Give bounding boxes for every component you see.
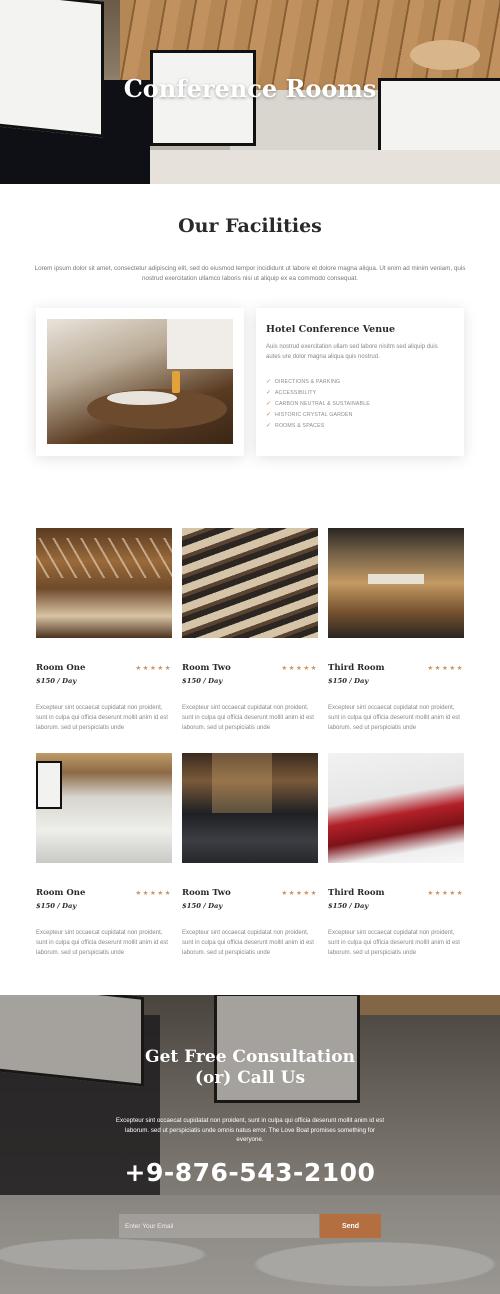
venue-feature-label: ROOMS & SPACES bbox=[275, 422, 325, 429]
rating-stars-icon: ★★★★★ bbox=[281, 890, 318, 897]
rating-stars-icon: ★★★★★ bbox=[135, 890, 172, 897]
facilities-intro: Lorem ipsum dolor sit amet, consectetur … bbox=[34, 265, 466, 282]
facilities-title: Our Facilities bbox=[178, 215, 322, 237]
conference-room-photo[interactable] bbox=[36, 753, 172, 863]
hero-banner: Conference Rooms bbox=[0, 0, 500, 184]
hero-screen-left bbox=[0, 0, 104, 138]
check-icon: ✓ bbox=[266, 390, 272, 396]
page-title: Conference Rooms bbox=[123, 74, 377, 103]
venue-feature-label: ACCESSIBILITY bbox=[275, 389, 317, 396]
venue-photo-glass bbox=[172, 371, 180, 393]
rating-stars-icon: ★★★★★ bbox=[281, 665, 318, 672]
room-card[interactable]: Room One ★★★★★ $150 / Day Excepteur sint … bbox=[36, 528, 172, 733]
venue-feature-label: CARBON NEUTRAL & SUSTAINABLE bbox=[275, 400, 370, 407]
venue-feature-list: ✓ DIRECTIONS & PARKING ✓ ACCESSIBILITY ✓ CA… bbox=[266, 376, 454, 431]
room-name[interactable]: Room Two bbox=[182, 888, 231, 898]
venue-feature-label: DIRECTIONS & PARKING bbox=[275, 378, 341, 385]
check-icon: ✓ bbox=[266, 379, 272, 385]
room-price: $150 / Day bbox=[36, 677, 77, 685]
venue-title: Hotel Conference Venue bbox=[266, 324, 396, 335]
venue-feature-item[interactable]: ✓ HISTORIC CRYSTAL GARDEN bbox=[266, 409, 454, 420]
room-description: Excepteur sint occaecat cupidatat non pr… bbox=[36, 705, 168, 731]
venue-description: Auis nostrud exercitation ullam sed labo… bbox=[266, 344, 438, 360]
email-input[interactable] bbox=[119, 1214, 319, 1238]
room-card[interactable]: Room Two ★★★★★ $150 / Day Excepteur sint … bbox=[182, 753, 318, 958]
room-name[interactable]: Third Room bbox=[328, 888, 385, 898]
cta-title: Get Free Consultation (or) Call Us bbox=[0, 1047, 500, 1089]
room-price: $150 / Day bbox=[182, 902, 223, 910]
check-icon: ✓ bbox=[266, 401, 272, 407]
venue-feature-label: HISTORIC CRYSTAL GARDEN bbox=[275, 411, 353, 418]
venue-feature-item[interactable]: ✓ ROOMS & SPACES bbox=[266, 420, 454, 431]
meeting-table-photo[interactable] bbox=[328, 753, 464, 863]
hero-floor bbox=[150, 150, 500, 184]
cta-title-line2: (or) Call Us bbox=[194, 1068, 306, 1088]
cta-title-line1: Get Free Consultation bbox=[145, 1047, 355, 1067]
room-description: Excepteur sint occaecat cupidatat non pr… bbox=[328, 930, 460, 956]
venue-photo-window bbox=[167, 319, 233, 369]
concert-hall-photo[interactable] bbox=[328, 528, 464, 638]
venue-feature-item[interactable]: ✓ CARBON NEUTRAL & SUSTAINABLE bbox=[266, 398, 454, 409]
room-description: Excepteur sint occaecat cupidatat non pr… bbox=[328, 705, 460, 731]
restaurant-room-photo[interactable] bbox=[182, 753, 318, 863]
room-name[interactable]: Room One bbox=[36, 663, 85, 673]
room-description: Excepteur sint occaecat cupidatat non pr… bbox=[182, 705, 314, 731]
venue-photo-card bbox=[36, 308, 244, 456]
room-name[interactable]: Room One bbox=[36, 888, 85, 898]
phone-number[interactable]: +9-876-543-2100 bbox=[0, 1158, 500, 1187]
room-description: Excepteur sint occaecat cupidatat non pr… bbox=[36, 930, 168, 956]
room-price: $150 / Day bbox=[328, 677, 369, 685]
curved-seating-photo[interactable] bbox=[182, 528, 318, 638]
room-card[interactable]: Third Room ★★★★★ $150 / Day Excepteur sin… bbox=[328, 753, 464, 958]
cta-text: Excepteur sint occaecat cupidatat non pr… bbox=[115, 1117, 385, 1144]
room-name[interactable]: Third Room bbox=[328, 663, 385, 673]
room-price: $150 / Day bbox=[328, 902, 369, 910]
send-button[interactable]: Send bbox=[320, 1214, 381, 1238]
rating-stars-icon: ★★★★★ bbox=[427, 665, 464, 672]
room-price: $150 / Day bbox=[36, 902, 77, 910]
room-price: $150 / Day bbox=[182, 677, 223, 685]
consultation-section: Get Free Consultation (or) Call Us Excep… bbox=[0, 995, 500, 1294]
rating-stars-icon: ★★★★★ bbox=[427, 890, 464, 897]
check-icon: ✓ bbox=[266, 412, 272, 418]
room-card[interactable]: Room Two ★★★★★ $150 / Day Excepteur sint … bbox=[182, 528, 318, 733]
rating-stars-icon: ★★★★★ bbox=[135, 665, 172, 672]
venue-photo bbox=[47, 319, 233, 444]
check-icon: ✓ bbox=[266, 423, 272, 429]
room-card[interactable]: Third Room ★★★★★ $150 / Day Excepteur sin… bbox=[328, 528, 464, 733]
venue-feature-item[interactable]: ✓ DIRECTIONS & PARKING bbox=[266, 376, 454, 387]
parliament-chamber-photo[interactable] bbox=[36, 528, 172, 638]
venue-feature-item[interactable]: ✓ ACCESSIBILITY bbox=[266, 387, 454, 398]
room-description: Excepteur sint occaecat cupidatat non pr… bbox=[182, 930, 314, 956]
room-card[interactable]: Room One ★★★★★ $150 / Day Excepteur sint … bbox=[36, 753, 172, 958]
venue-photo-tablecloth bbox=[107, 391, 177, 405]
room-name[interactable]: Room Two bbox=[182, 663, 231, 673]
venue-info-card: Hotel Conference Venue Auis nostrud exer… bbox=[256, 308, 464, 456]
